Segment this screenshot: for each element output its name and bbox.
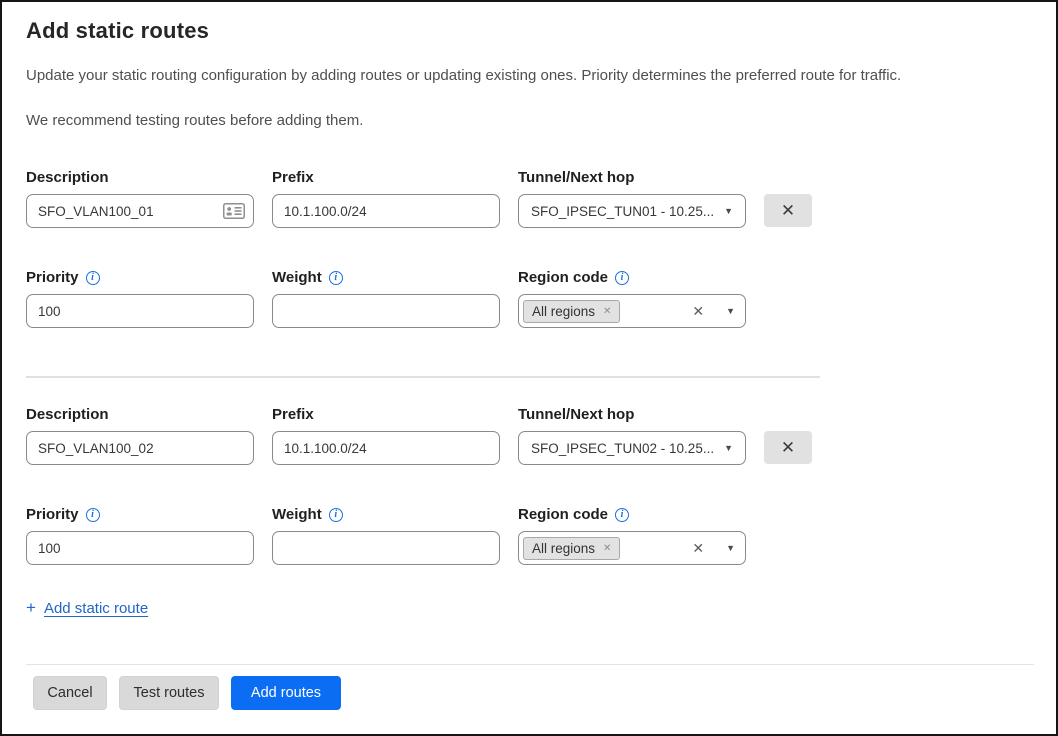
route-section-2: Description Prefix Tunnel/Next hop SFO_I… <box>26 405 1032 565</box>
tunnel-selected-value: SFO_IPSEC_TUN01 - 10.25... <box>531 204 714 219</box>
contact-card-icon <box>223 203 245 219</box>
prefix-input[interactable] <box>272 194 500 228</box>
caret-down-icon: ▼ <box>726 306 735 316</box>
info-icon[interactable]: i <box>329 508 343 522</box>
footer-divider <box>26 664 1034 665</box>
region-tag-label: All regions <box>532 541 595 556</box>
prefix-label: Prefix <box>272 168 500 187</box>
add-static-route-label: Add static route <box>44 600 148 617</box>
tunnel-select[interactable]: SFO_IPSEC_TUN02 - 10.25... ▼ <box>518 431 746 465</box>
tunnel-label: Tunnel/Next hop <box>518 168 746 187</box>
prefix-label: Prefix <box>272 405 500 424</box>
info-icon[interactable]: i <box>329 271 343 285</box>
weight-label: Weight <box>272 268 322 287</box>
clear-icon[interactable]: ✕ <box>692 303 704 320</box>
add-static-route-link[interactable]: + Add static route <box>26 598 148 618</box>
tunnel-field-1: Tunnel/Next hop SFO_IPSEC_TUN01 - 10.25.… <box>518 168 746 228</box>
description-field-1: Description <box>26 168 254 228</box>
info-icon[interactable]: i <box>86 271 100 285</box>
footer-actions: Cancel Test routes Add routes <box>33 676 341 710</box>
region-code-field-2: Region code i All regions ✕ ✕ ▼ <box>518 505 746 565</box>
plus-icon: + <box>26 598 36 618</box>
priority-label: Priority <box>26 505 79 524</box>
add-static-routes-dialog: Add static routes Update your static rou… <box>0 0 1058 736</box>
info-icon[interactable]: i <box>615 271 629 285</box>
tunnel-selected-value: SFO_IPSEC_TUN02 - 10.25... <box>531 441 714 456</box>
page-title: Add static routes <box>26 18 1032 44</box>
region-tag-chip: All regions ✕ <box>523 537 620 560</box>
intro-recommendation-text: We recommend testing routes before addin… <box>26 112 1032 129</box>
info-icon[interactable]: i <box>86 508 100 522</box>
weight-input[interactable] <box>272 294 500 328</box>
caret-down-icon: ▼ <box>726 543 735 553</box>
weight-field-1: Weight i <box>272 268 500 328</box>
region-tag-label: All regions <box>532 304 595 319</box>
description-input[interactable] <box>26 194 254 228</box>
priority-input[interactable] <box>26 531 254 565</box>
test-routes-button[interactable]: Test routes <box>119 676 219 710</box>
clear-icon[interactable]: ✕ <box>692 540 704 557</box>
weight-label: Weight <box>272 505 322 524</box>
tunnel-field-2: Tunnel/Next hop SFO_IPSEC_TUN02 - 10.25.… <box>518 405 746 465</box>
description-label: Description <box>26 405 254 424</box>
region-code-label: Region code <box>518 505 608 524</box>
priority-input[interactable] <box>26 294 254 328</box>
region-code-multiselect[interactable]: All regions ✕ ✕ ▼ <box>518 531 746 565</box>
close-icon: ✕ <box>781 202 795 219</box>
priority-field-1: Priority i <box>26 268 254 328</box>
region-code-label: Region code <box>518 268 608 287</box>
prefix-input[interactable] <box>272 431 500 465</box>
prefix-field-2: Prefix <box>272 405 500 465</box>
tag-close-icon[interactable]: ✕ <box>603 543 611 554</box>
remove-route-button[interactable]: ✕ <box>764 431 812 464</box>
route-section-1: Description Prefix <box>26 168 1032 328</box>
priority-label: Priority <box>26 268 79 287</box>
caret-down-icon: ▼ <box>724 443 733 453</box>
description-label: Description <box>26 168 254 187</box>
priority-field-2: Priority i <box>26 505 254 565</box>
info-icon[interactable]: i <box>615 508 629 522</box>
remove-route-button[interactable]: ✕ <box>764 194 812 227</box>
route-divider <box>26 376 820 378</box>
description-input[interactable] <box>26 431 254 465</box>
intro-text: Update your static routing configuration… <box>26 67 1031 84</box>
add-routes-button[interactable]: Add routes <box>231 676 341 710</box>
tunnel-select[interactable]: SFO_IPSEC_TUN01 - 10.25... ▼ <box>518 194 746 228</box>
prefix-field-1: Prefix <box>272 168 500 228</box>
caret-down-icon: ▼ <box>724 206 733 216</box>
close-icon: ✕ <box>781 439 795 456</box>
tunnel-label: Tunnel/Next hop <box>518 405 746 424</box>
region-code-multiselect[interactable]: All regions ✕ ✕ ▼ <box>518 294 746 328</box>
tag-close-icon[interactable]: ✕ <box>603 306 611 317</box>
weight-field-2: Weight i <box>272 505 500 565</box>
description-field-2: Description <box>26 405 254 465</box>
cancel-button[interactable]: Cancel <box>33 676 107 710</box>
region-tag-chip: All regions ✕ <box>523 300 620 323</box>
weight-input[interactable] <box>272 531 500 565</box>
region-code-field-1: Region code i All regions ✕ ✕ ▼ <box>518 268 746 328</box>
